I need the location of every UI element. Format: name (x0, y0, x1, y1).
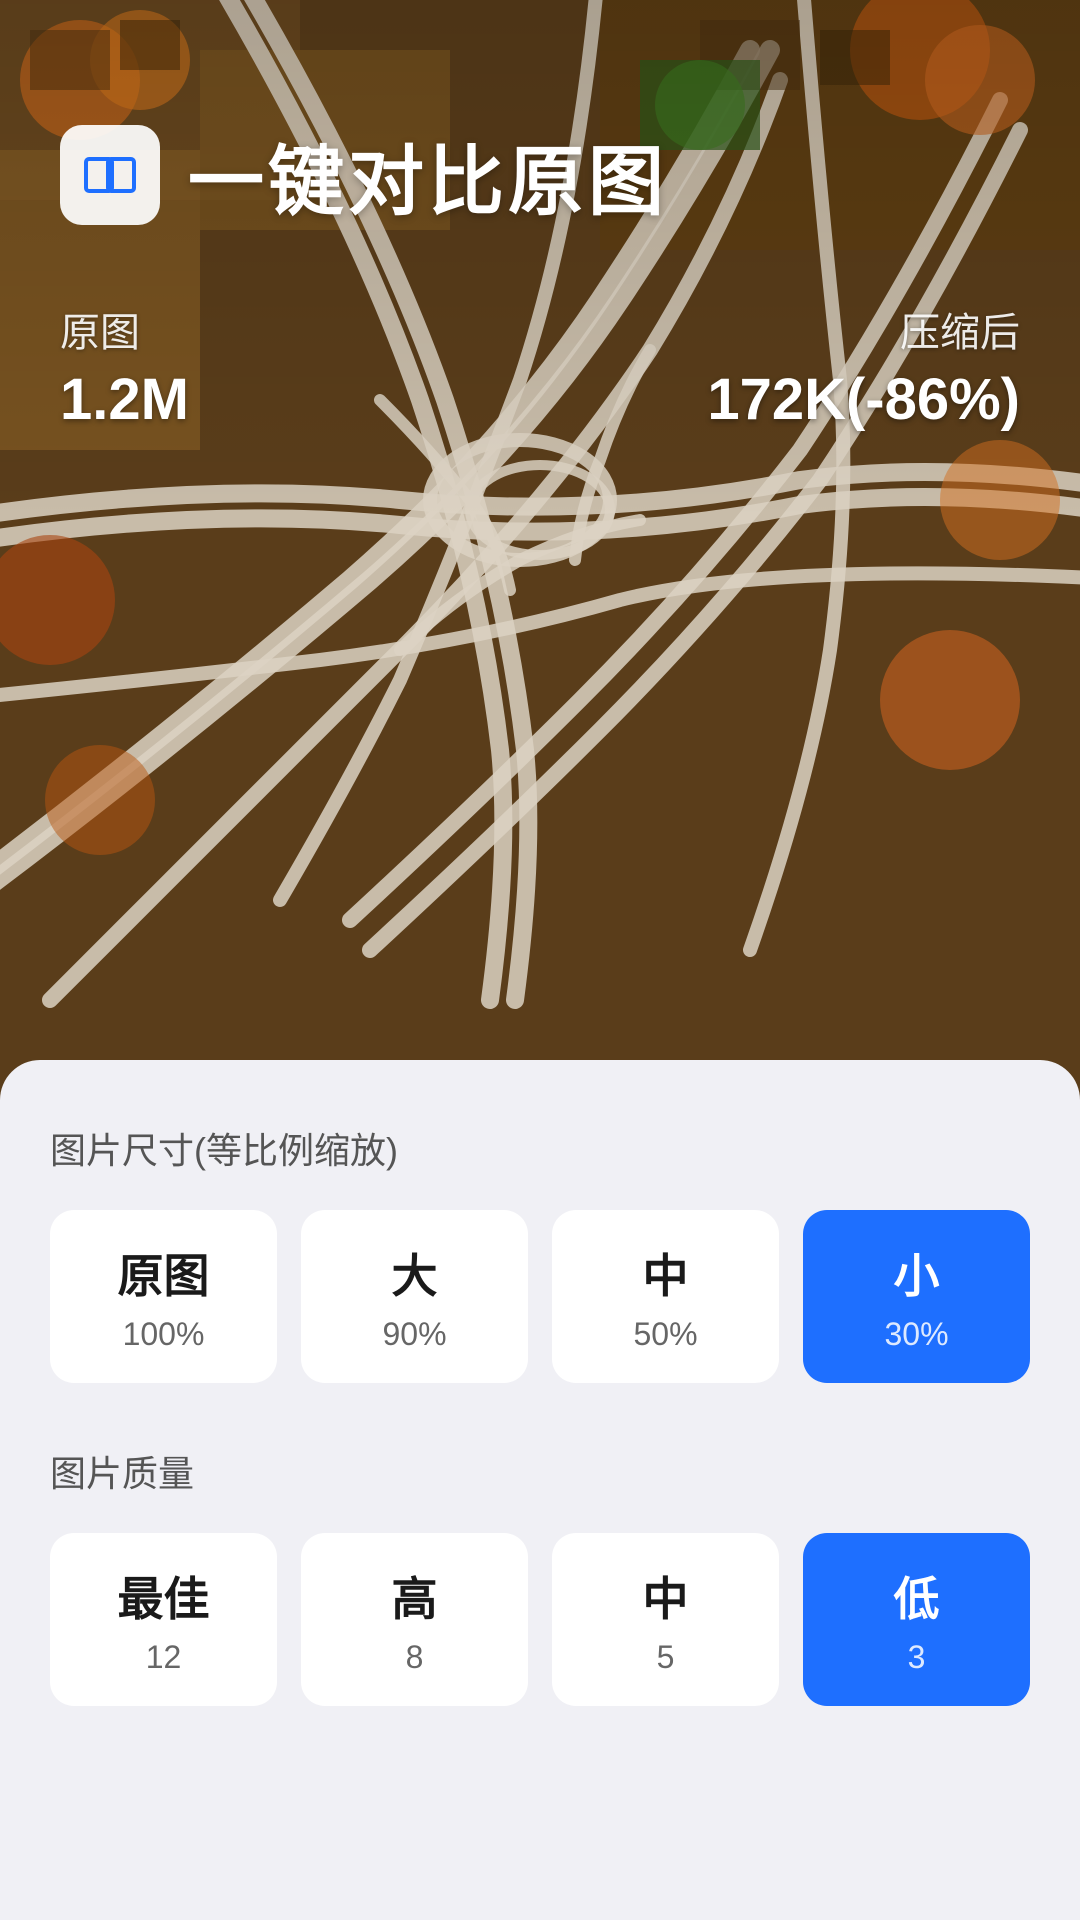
top-gradient (0, 0, 1080, 520)
quality-best-main: 最佳 (118, 1563, 210, 1629)
quality-option-medium[interactable]: 中 5 (552, 1533, 779, 1706)
size-medium-main: 中 (643, 1240, 689, 1306)
quality-option-best[interactable]: 最佳 12 (50, 1533, 277, 1706)
quality-medium-sub: 5 (657, 1639, 675, 1676)
size-small-main: 小 (894, 1240, 940, 1306)
compressed-group: 压缩后 172K(-86%) (707, 300, 1020, 433)
compressed-value: 172K(-86%) (707, 366, 1020, 433)
quality-high-sub: 8 (406, 1639, 424, 1676)
size-options-grid: 原图 100% 大 90% 中 50% 小 30% (50, 1210, 1030, 1383)
size-original-main: 原图 (118, 1240, 210, 1306)
original-label: 原图 (60, 300, 189, 358)
quality-high-main: 高 (392, 1563, 438, 1629)
size-section-title: 图片尺寸(等比例缩放) (50, 1120, 1030, 1174)
quality-best-sub: 12 (146, 1639, 182, 1676)
size-large-sub: 90% (382, 1316, 446, 1353)
header: 一键对比原图 (60, 120, 1020, 230)
quality-option-low[interactable]: 低 3 (803, 1533, 1030, 1706)
compressed-label: 压缩后 (707, 300, 1020, 358)
size-option-medium[interactable]: 中 50% (552, 1210, 779, 1383)
bottom-panel: 图片尺寸(等比例缩放) 原图 100% 大 90% 中 50% 小 30% 图片… (0, 1060, 1080, 1920)
size-medium-sub: 50% (633, 1316, 697, 1353)
quality-low-main: 低 (894, 1563, 940, 1629)
size-original-sub: 100% (123, 1316, 205, 1353)
compare-icon (78, 143, 142, 207)
header-title: 一键对比原图 (188, 120, 668, 230)
quality-options-grid: 最佳 12 高 8 中 5 低 3 (50, 1533, 1030, 1706)
comparison-labels: 原图 1.2M 压缩后 172K(-86%) (60, 300, 1020, 433)
quality-medium-main: 中 (643, 1563, 689, 1629)
quality-low-sub: 3 (908, 1639, 926, 1676)
size-small-sub: 30% (884, 1316, 948, 1353)
original-group: 原图 1.2M (60, 300, 189, 433)
size-option-original[interactable]: 原图 100% (50, 1210, 277, 1383)
size-option-small[interactable]: 小 30% (803, 1210, 1030, 1383)
size-option-large[interactable]: 大 90% (301, 1210, 528, 1383)
quality-section-title: 图片质量 (50, 1443, 1030, 1497)
original-value: 1.2M (60, 366, 189, 433)
quality-option-high[interactable]: 高 8 (301, 1533, 528, 1706)
size-large-main: 大 (392, 1240, 438, 1306)
app-icon (60, 125, 160, 225)
